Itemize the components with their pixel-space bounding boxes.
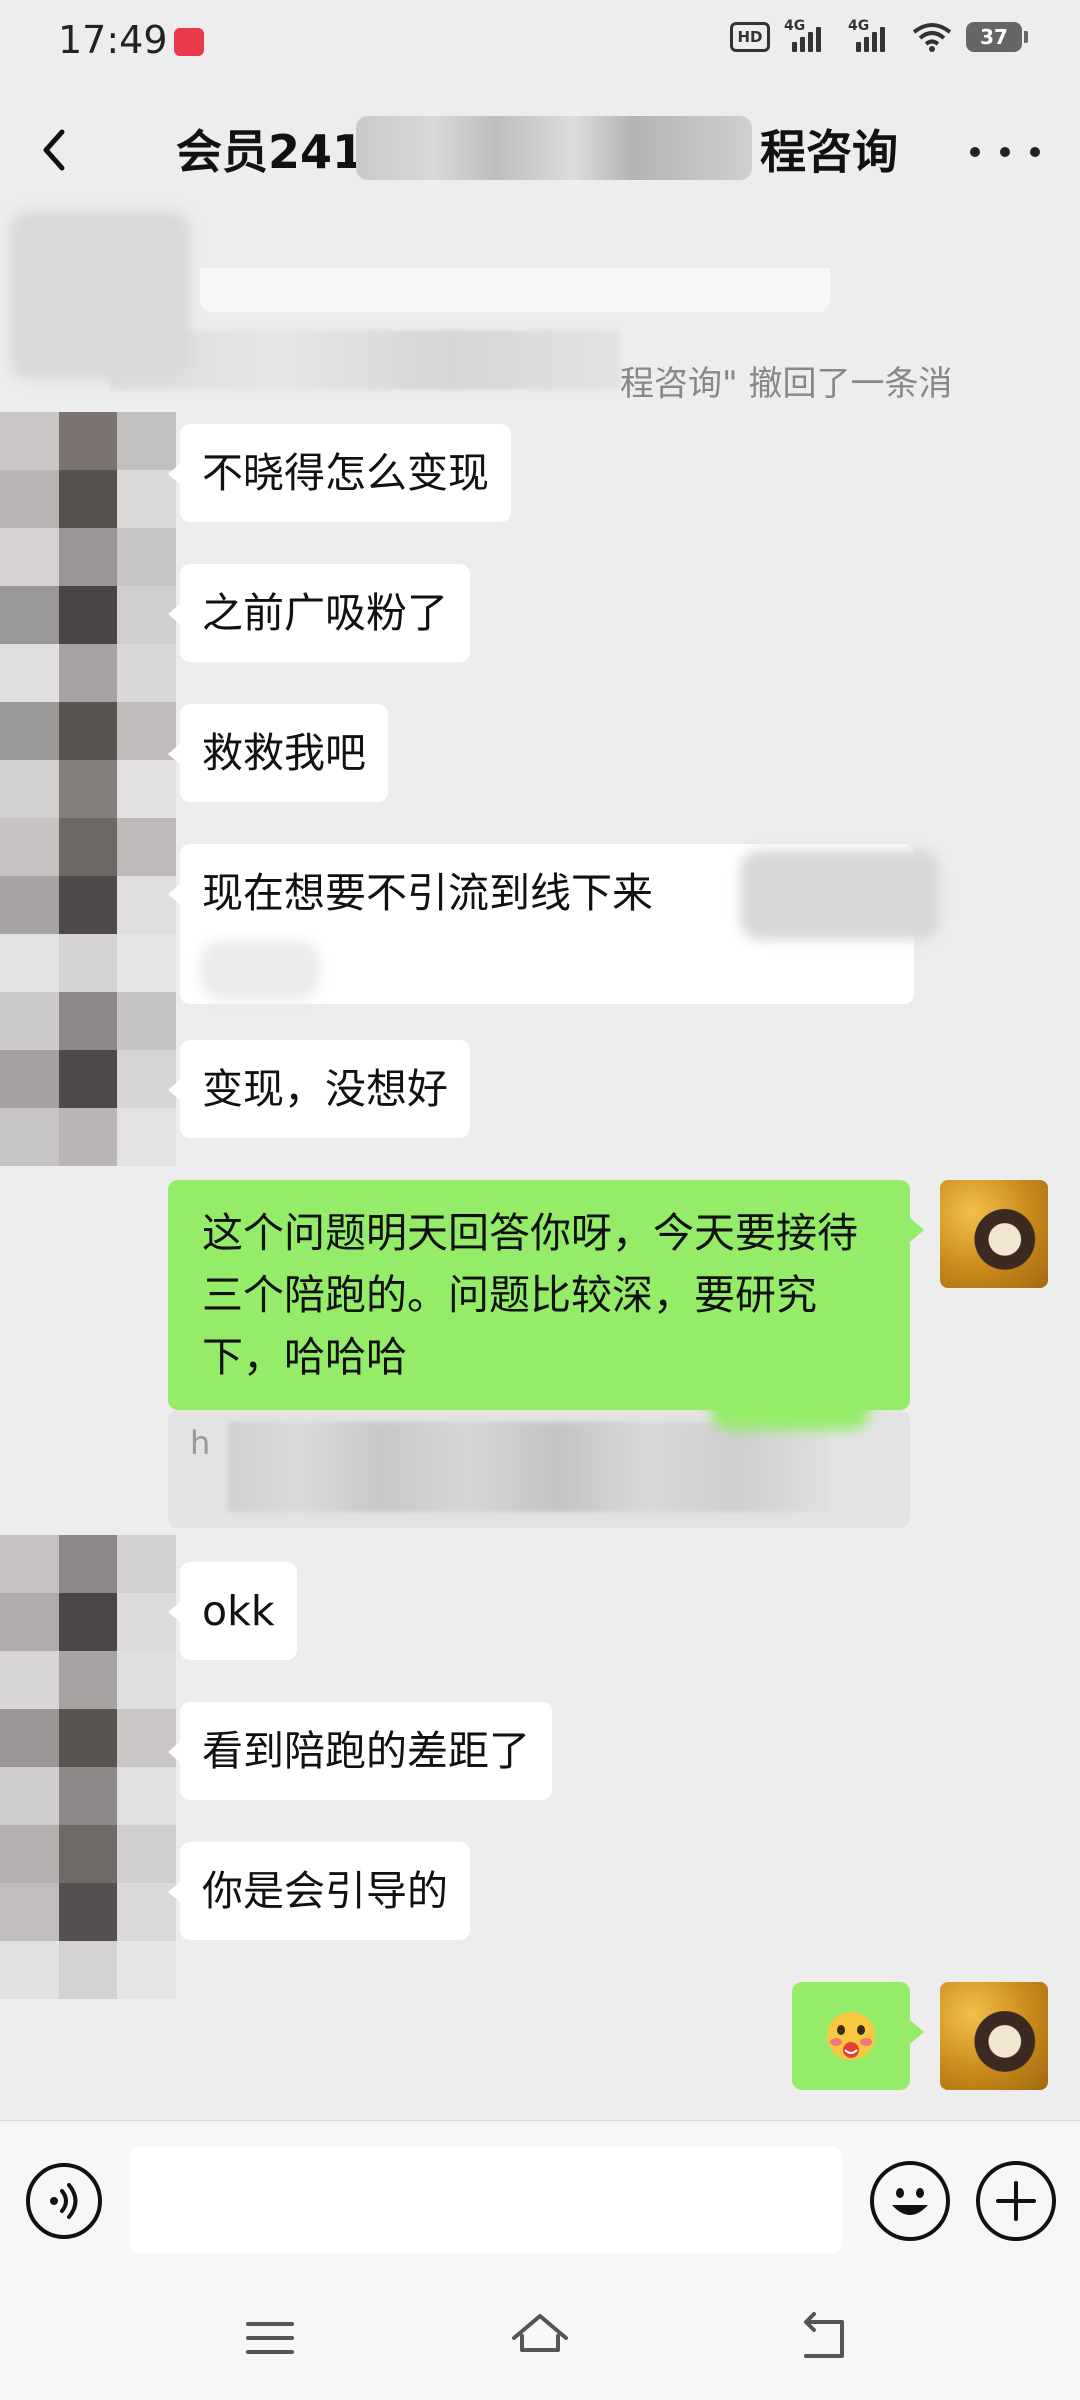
wifi-icon — [912, 23, 952, 52]
home-button[interactable] — [510, 2308, 570, 2368]
status-time: 17:49 — [58, 18, 168, 62]
recall-text: 程咨询" 撤回了一条消 — [620, 364, 953, 404]
home-icon — [512, 2314, 568, 2352]
quoted-text: h — [190, 1424, 211, 1462]
signal-icon: 4G — [784, 18, 834, 52]
signal-label: 4G — [784, 18, 806, 34]
more-dots-icon — [970, 147, 980, 157]
back-arrow-icon — [43, 129, 65, 171]
more-functions-button[interactable] — [976, 2161, 1056, 2241]
previous-bubble-remnant — [200, 268, 830, 312]
more-options-button[interactable] — [970, 132, 1040, 172]
chat-header: 会员241 程咨询 — [0, 80, 1080, 220]
message-bubble[interactable]: okk — [168, 1562, 297, 1660]
voice-button[interactable] — [26, 2163, 102, 2239]
chat-title-start: 会员241 — [176, 125, 365, 179]
message-bubble[interactable]: 看到陪跑的差距了 — [168, 1702, 552, 1800]
emoji-button[interactable] — [870, 2161, 950, 2241]
voice-icon — [50, 2183, 78, 2219]
message-bubble[interactable]: 救救我吧 — [168, 704, 388, 802]
sender-avatar[interactable] — [0, 1535, 176, 1999]
message-redaction — [200, 940, 320, 1000]
hd-icon: HD — [730, 22, 770, 52]
quote-redaction — [228, 1422, 828, 1512]
message-bubble[interactable]: 你是会引导的 — [168, 1842, 470, 1940]
back-button[interactable] — [30, 120, 80, 180]
system-nav-bar — [0, 2280, 1080, 2400]
bubble-redaction — [710, 1360, 870, 1430]
shy-face-emoji-icon — [827, 2012, 875, 2060]
message-bubble[interactable]: 变现，没想好 — [168, 1040, 470, 1138]
signal-label: 4G — [848, 18, 870, 34]
chat-title-end: 程咨询 — [760, 125, 899, 179]
status-icons: HD 4G 4G 37 — [730, 18, 1028, 52]
message-redaction — [740, 850, 940, 940]
chat-message-list[interactable]: 程咨询" 撤回了一条消 不晓得怎么变现 之前广吸粉了 救救我吧 现在想要不引流到… — [0, 210, 1080, 2120]
notification-app-icon — [174, 28, 204, 56]
my-avatar[interactable] — [940, 1982, 1048, 2090]
input-bar — [0, 2120, 1080, 2280]
sender-avatar[interactable] — [0, 412, 176, 1166]
battery-icon: 37 — [966, 22, 1028, 52]
my-avatar[interactable] — [940, 1180, 1048, 1288]
message-bubble[interactable] — [792, 1982, 924, 2090]
back-icon — [804, 2312, 844, 2358]
menu-icon — [246, 2322, 294, 2354]
avatar-redaction — [10, 210, 190, 380]
message-bubble[interactable]: 不晓得怎么变现 — [168, 424, 511, 522]
plus-icon — [996, 2181, 1036, 2221]
signal-icon: 4G — [848, 18, 898, 52]
message-input[interactable] — [130, 2147, 842, 2253]
message-bubble[interactable]: 之前广吸粉了 — [168, 564, 470, 662]
nav-back-button[interactable] — [796, 2308, 856, 2368]
title-redaction — [356, 116, 752, 180]
emoji-icon — [892, 2188, 928, 2215]
menu-button[interactable] — [240, 2308, 300, 2368]
status-bar: 17:49 HD 4G 4G 37 — [0, 0, 1080, 80]
